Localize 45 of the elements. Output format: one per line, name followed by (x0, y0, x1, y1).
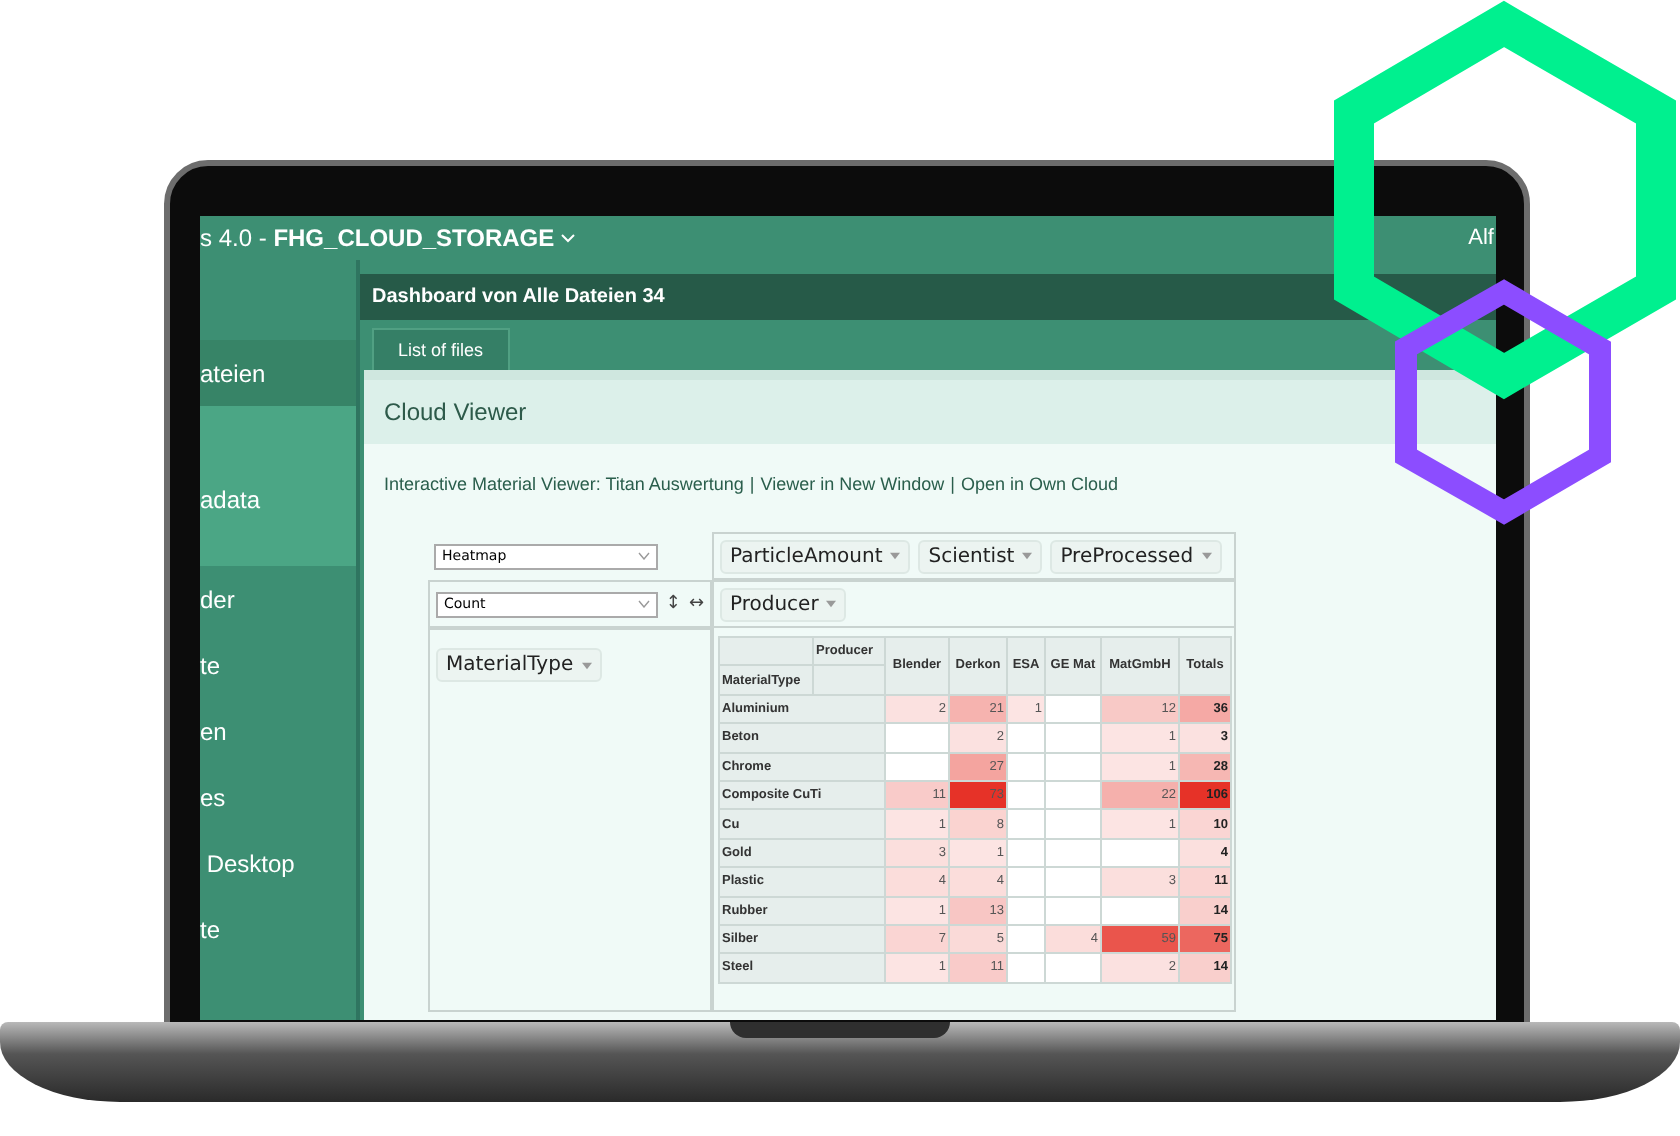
table-cell (1101, 896, 1179, 925)
link-separator: | (950, 474, 955, 494)
dashboard-title: Dashboard von Alle Dateien 34 (360, 274, 1496, 320)
table-cell (1045, 780, 1101, 810)
table-cell (1101, 838, 1179, 868)
table-cell (1045, 838, 1101, 868)
attribute-pill[interactable]: Scientist (918, 539, 1043, 573)
attribute-pill[interactable]: PreProcessed (1050, 539, 1222, 573)
viewer-link[interactable]: Open in Own Cloud (960, 474, 1119, 494)
attribute-pill[interactable]: Producer (720, 587, 847, 621)
caret-icon (638, 552, 650, 560)
viewer-link[interactable]: Interactive Material Viewer: Titan Auswertung (384, 474, 744, 494)
user-name[interactable]: Alf (1468, 226, 1496, 250)
table-cell (885, 752, 949, 781)
column-order-toggle[interactable]: ↔ (688, 594, 704, 614)
sidebar-item[interactable]: es (200, 764, 356, 830)
sidebar-item[interactable]: der (200, 566, 356, 632)
table-cell (1045, 953, 1101, 983)
sidebar-item[interactable]: te (200, 632, 356, 698)
row-order-toggle[interactable]: ↕ (665, 594, 681, 614)
sidebar-item[interactable]: te (200, 896, 356, 962)
caret-icon (637, 600, 650, 608)
table-cell (1045, 867, 1101, 897)
caret-icon (826, 600, 837, 608)
caret-icon (1022, 552, 1033, 560)
tab[interactable]: List of files (372, 328, 510, 370)
caret-icon (1201, 552, 1212, 560)
table-cell (1045, 896, 1101, 925)
attribute-pill[interactable]: MaterialType (436, 648, 602, 682)
caret-icon (890, 552, 901, 560)
table-cell (1045, 809, 1101, 839)
table-cell (885, 723, 949, 753)
attribute-pill[interactable]: ParticleAmount (720, 539, 911, 573)
sidebar-item[interactable]: en (200, 698, 356, 764)
panel-title: Cloud Viewer (364, 380, 1496, 444)
caret-icon (581, 661, 592, 669)
link-separator: | (749, 474, 755, 494)
sidebar-item[interactable]: ateien (200, 340, 356, 406)
chevron-down-icon[interactable] (560, 232, 577, 244)
viewer-link[interactable]: Viewer in New Window (760, 474, 945, 494)
table-cell (1045, 694, 1101, 724)
app-title[interactable]: s 4.0 - FHG_CLOUD_STORAGE (200, 224, 555, 252)
table-cell (1045, 752, 1101, 781)
sidebar-item[interactable]: Desktop (200, 830, 356, 896)
table-cell (1045, 723, 1101, 753)
